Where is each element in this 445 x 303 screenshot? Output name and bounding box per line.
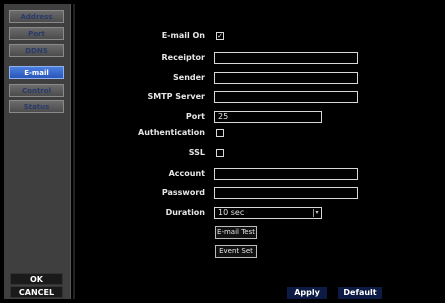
authentication-label: Authentication <box>138 128 205 137</box>
port-label: Port <box>185 112 205 121</box>
email-on-label: E-mail On <box>161 31 205 40</box>
apply-button[interactable]: Apply <box>287 287 327 299</box>
ok-button[interactable]: OK <box>10 273 63 285</box>
chevron-down-icon: ▾ <box>313 209 320 217</box>
cancel-button[interactable]: CANCEL <box>10 286 63 298</box>
sidebar-item-port[interactable]: Port <box>9 27 64 40</box>
account-field[interactable] <box>214 168 358 180</box>
sidebar: Address Port DDNS E-mail Control Status … <box>4 4 71 299</box>
duration-label: Duration <box>165 208 205 217</box>
receiptor-label: Receiptor <box>161 53 206 62</box>
email-on-checkbox[interactable]: ✓ <box>216 32 224 40</box>
email-settings-panel: E-mail On ✓ Receiptor Sender SMTP Server… <box>73 4 443 299</box>
sidebar-item-status[interactable]: Status <box>9 100 64 113</box>
sidebar-item-control[interactable]: Control <box>9 84 64 97</box>
password-label: Password <box>161 188 205 197</box>
smtp-server-label: SMTP Server <box>147 92 205 101</box>
settings-window: Address Port DDNS E-mail Control Status … <box>0 0 445 303</box>
ssl-label: SSL <box>188 148 205 157</box>
port-field[interactable]: 25 <box>214 111 322 123</box>
duration-select[interactable]: 10 sec ▾ <box>214 207 322 219</box>
ssl-checkbox[interactable] <box>216 149 224 157</box>
account-label: Account <box>168 169 205 178</box>
receiptor-field[interactable] <box>214 52 358 64</box>
duration-value: 10 sec <box>218 208 245 217</box>
default-button[interactable]: Default <box>338 287 382 299</box>
authentication-checkbox[interactable] <box>216 129 224 137</box>
smtp-server-field[interactable] <box>214 91 358 103</box>
sidebar-item-ddns[interactable]: DDNS <box>9 44 64 57</box>
password-field[interactable] <box>214 187 358 199</box>
email-test-button[interactable]: E-mail Test <box>215 226 257 239</box>
sidebar-item-email[interactable]: E-mail <box>9 66 64 79</box>
sender-field[interactable] <box>214 72 358 84</box>
event-set-button[interactable]: Event Set <box>215 245 257 258</box>
sidebar-item-address[interactable]: Address <box>9 10 64 23</box>
sender-label: Sender <box>173 73 205 82</box>
